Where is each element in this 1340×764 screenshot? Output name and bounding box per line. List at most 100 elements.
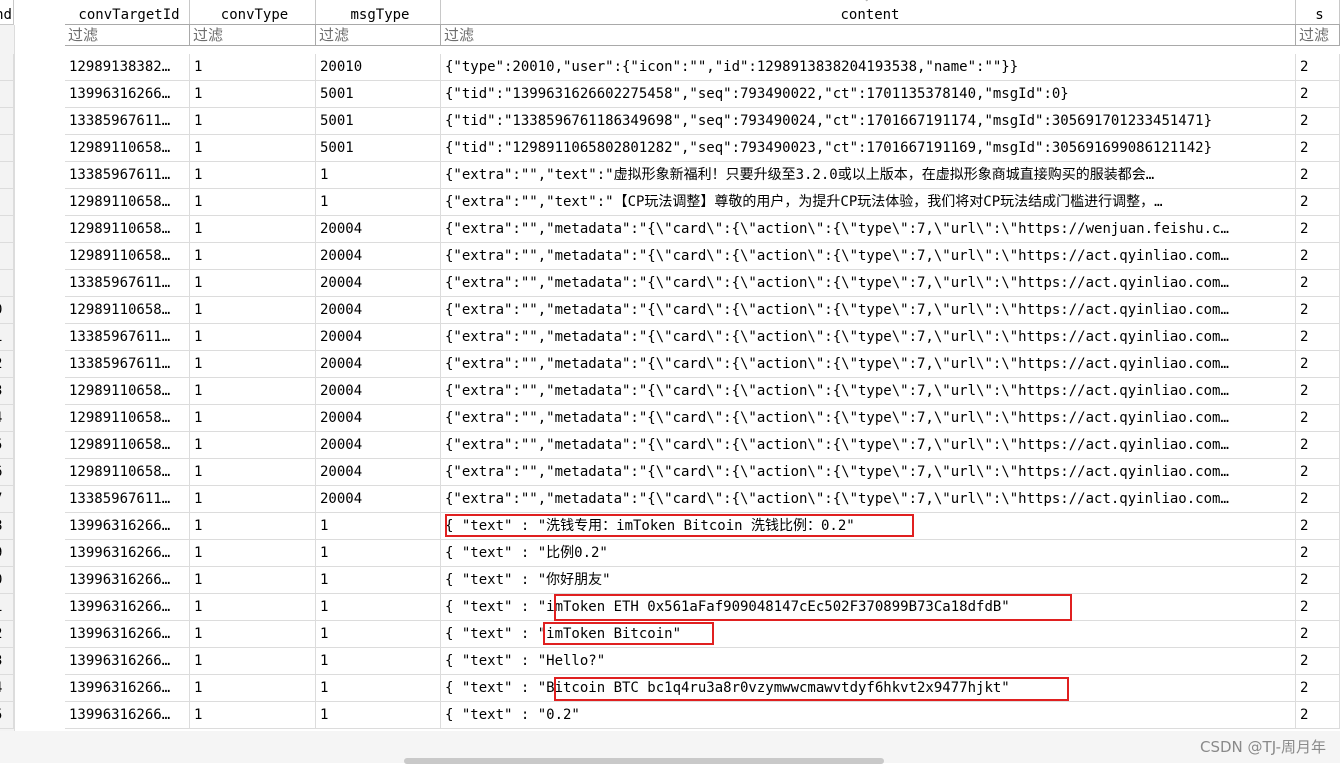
cell-convType[interactable]: 1	[190, 189, 316, 216]
cell-s[interactable]: 2	[1296, 432, 1340, 459]
table-row[interactable]: 13385967611… 1 1 {"extra":"","text":"虚拟形象新福…	[0, 162, 1340, 189]
cell-convType[interactable]: 1	[190, 135, 316, 162]
table-row[interactable]: 413996316266…11{ "text" : "Bitcoin BTC b…	[0, 675, 1340, 702]
cell-content[interactable]: {"extra":"","metadata":"{\"card\":{\"act…	[441, 243, 1296, 270]
cell-msgType[interactable]: 20004	[316, 459, 441, 486]
cell-s[interactable]: 2	[1296, 297, 1340, 324]
table-row[interactable]: 13385967611… 1 5001 {"tid":"133859676118634…	[0, 108, 1340, 135]
cell-msgType[interactable]: 1	[316, 594, 441, 621]
cell-s[interactable]: 2	[1296, 81, 1340, 108]
cell-convType[interactable]: 1	[190, 432, 316, 459]
cell-convType[interactable]: 1	[190, 621, 316, 648]
cell-convTargetId[interactable]: 13385967611…	[65, 108, 190, 135]
cell-convType[interactable]: 1	[190, 486, 316, 513]
table-row[interactable]: 213996316266…11{ "text" : "imToken Bitco…	[0, 621, 1340, 648]
cell-content[interactable]: {"extra":"","metadata":"{\"card\":{\"act…	[441, 324, 1296, 351]
cell-s[interactable]: 2	[1296, 540, 1340, 567]
table-row[interactable]: 813996316266…11{ "text" : "洗钱专用：imToken …	[0, 513, 1340, 540]
cell-content[interactable]: { "text" : "imToken Bitcoin"	[441, 621, 1296, 648]
cell-convType[interactable]: 1	[190, 405, 316, 432]
cell-convTargetId[interactable]: 13996316266…	[65, 513, 190, 540]
table-row[interactable]: 12989110658… 1 5001 {"tid":"129891106580280…	[0, 135, 1340, 162]
filter-input-msgType[interactable]: 过滤	[316, 24, 441, 46]
cell-convTargetId[interactable]: 12989110658…	[65, 216, 190, 243]
cell-msgType[interactable]: 1	[316, 567, 441, 594]
column-header-msgType[interactable]: msgType	[316, 0, 441, 25]
cell-content[interactable]: {"extra":"","metadata":"{\"card\":{\"act…	[441, 270, 1296, 297]
cell-convTargetId[interactable]: 13385967611…	[65, 351, 190, 378]
cell-convType[interactable]: 1	[190, 54, 316, 81]
table-row[interactable]: 513996316266…11{ "text" : "0.2"2	[0, 702, 1340, 729]
cell-convType[interactable]: 1	[190, 351, 316, 378]
cell-s[interactable]: 2	[1296, 459, 1340, 486]
cell-convType[interactable]: 1	[190, 594, 316, 621]
cell-content[interactable]: {"extra":"","metadata":"{\"card\":{\"act…	[441, 432, 1296, 459]
cell-msgType[interactable]: 1	[316, 189, 441, 216]
cell-msgType[interactable]: 20004	[316, 432, 441, 459]
table-row[interactable]: 4 12989110658…120004{"extra":"","metadata…	[0, 405, 1340, 432]
cell-s[interactable]: 2	[1296, 675, 1340, 702]
table-row[interactable]: 13385967611… 1 20004 {"extra":"","metadata"…	[0, 270, 1340, 297]
horizontal-scrollbar[interactable]	[0, 731, 1340, 764]
cell-s[interactable]: 2	[1296, 324, 1340, 351]
cell-s[interactable]: 2	[1296, 648, 1340, 675]
cell-msgType[interactable]: 1	[316, 513, 441, 540]
table-row[interactable]: 5 12989110658…120004{"extra":"","metadata…	[0, 432, 1340, 459]
table-row[interactable]: 3 12989110658…120004{"extra":"","metadata…	[0, 378, 1340, 405]
cell-convTargetId[interactable]: 12989110658…	[65, 405, 190, 432]
cell-content[interactable]: {"tid":"1338596761186349698","seq":79349…	[441, 108, 1296, 135]
table-row[interactable]: 12989110658… 1 20004 {"extra":"","metadata"…	[0, 243, 1340, 270]
cell-convTargetId[interactable]: 13996316266…	[65, 81, 190, 108]
cell-convType[interactable]: 1	[190, 459, 316, 486]
cell-convTargetId[interactable]: 13996316266…	[65, 621, 190, 648]
cell-convType[interactable]: 1	[190, 324, 316, 351]
filter-input-s[interactable]: 过滤	[1296, 24, 1340, 46]
cell-msgType[interactable]: 1	[316, 621, 441, 648]
cell-content[interactable]: {"extra":"","text":"【CP玩法调整】尊敬的用户，为提升CP玩…	[441, 189, 1296, 216]
cell-convTargetId[interactable]: 13385967611…	[65, 270, 190, 297]
filter-input-content[interactable]: 过滤	[441, 24, 1296, 46]
filter-input-convTargetId[interactable]: 过滤	[65, 24, 190, 46]
cell-s[interactable]: 2	[1296, 702, 1340, 729]
cell-content[interactable]: {"extra":"","text":"虚拟形象新福利！只要升级至3.2.0或以…	[441, 162, 1296, 189]
cell-s[interactable]: 2	[1296, 594, 1340, 621]
cell-content[interactable]: {"tid":"1399631626602275458","seq":79349…	[441, 81, 1296, 108]
cell-convType[interactable]: 1	[190, 216, 316, 243]
cell-s[interactable]: 2	[1296, 378, 1340, 405]
cell-convTargetId[interactable]: 13385967611…	[65, 324, 190, 351]
cell-s[interactable]: 2	[1296, 162, 1340, 189]
cell-s[interactable]: 2	[1296, 189, 1340, 216]
cell-msgType[interactable]: 20004	[316, 243, 441, 270]
cell-msgType[interactable]: 1	[316, 540, 441, 567]
cell-s[interactable]: 2	[1296, 243, 1340, 270]
table-row[interactable]: 7 13385967611…120004{"extra":"","metadata…	[0, 486, 1340, 513]
cell-convTargetId[interactable]: 13385967611…	[65, 486, 190, 513]
cell-convTargetId[interactable]: 13996316266…	[65, 648, 190, 675]
table-row[interactable]: 2 13385967611…120004{"extra":"","metadata…	[0, 351, 1340, 378]
table-row[interactable]: 13996316266… 1 5001 {"tid":"139963162660227…	[0, 81, 1340, 108]
cell-s[interactable]: 2	[1296, 621, 1340, 648]
cell-msgType[interactable]: 20004	[316, 216, 441, 243]
cell-content[interactable]: {"extra":"","metadata":"{\"card\":{\"act…	[441, 459, 1296, 486]
cell-msgType[interactable]: 5001	[316, 108, 441, 135]
cell-content[interactable]: {"extra":"","metadata":"{\"card\":{\"act…	[441, 405, 1296, 432]
table-row[interactable]: 12989110658… 1 1 {"extra":"","text":"【CP玩法调…	[0, 189, 1340, 216]
cell-s[interactable]: 2	[1296, 513, 1340, 540]
cell-content[interactable]: {"tid":"1298911065802801282","seq":79349…	[441, 135, 1296, 162]
cell-convType[interactable]: 1	[190, 270, 316, 297]
cell-msgType[interactable]: 20004	[316, 324, 441, 351]
cell-content[interactable]: { "text" : "比例0.2"	[441, 540, 1296, 567]
cell-convType[interactable]: 1	[190, 567, 316, 594]
cell-s[interactable]: 2	[1296, 270, 1340, 297]
cell-content[interactable]: {"extra":"","metadata":"{\"card\":{\"act…	[441, 216, 1296, 243]
column-header-nd[interactable]: nd	[0, 0, 14, 25]
cell-s[interactable]: 2	[1296, 351, 1340, 378]
cell-convType[interactable]: 1	[190, 675, 316, 702]
table-row[interactable]: 6 12989110658…120004{"extra":"","metadata…	[0, 459, 1340, 486]
cell-convType[interactable]: 1	[190, 540, 316, 567]
column-header-convTargetId[interactable]: convTargetId	[65, 0, 190, 25]
table-row[interactable]: 013996316266…11{ "text" : "你好朋友"2	[0, 567, 1340, 594]
cell-msgType[interactable]: 20004	[316, 270, 441, 297]
cell-s[interactable]: 2	[1296, 567, 1340, 594]
cell-s[interactable]: 2	[1296, 216, 1340, 243]
